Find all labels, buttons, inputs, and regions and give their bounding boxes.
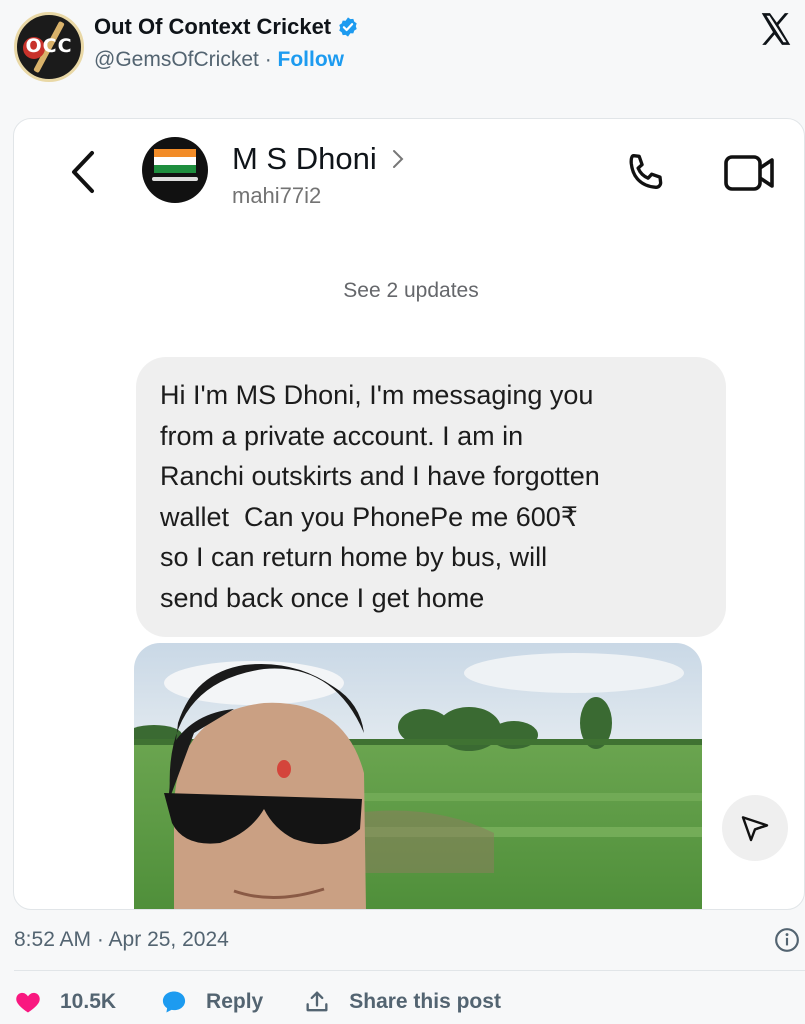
tweet-header: OCC Out Of Context Cricket @GemsOfCricke…: [0, 0, 805, 100]
flag-graphic: [154, 149, 196, 173]
x-logo-icon[interactable]: [757, 10, 795, 48]
handle-line: @GemsOfCricket · Follow: [94, 48, 344, 72]
heart-icon: [16, 992, 40, 1013]
info-icon[interactable]: [774, 927, 800, 953]
phone-icon[interactable]: [620, 149, 670, 199]
separator-dot: ·: [264, 48, 272, 71]
embedded-image-card[interactable]: M S Dhoni mahi77i2 See 2 updates Hi I'm …: [13, 118, 805, 910]
reply-bubble-icon: [162, 991, 186, 1013]
contact-name-line[interactable]: M S Dhoni: [232, 141, 405, 177]
follow-button[interactable]: Follow: [278, 48, 345, 71]
chevron-right-icon: [392, 150, 404, 168]
avatar-text: OCC: [25, 35, 73, 57]
selfie-photo[interactable]: [134, 643, 702, 909]
send-icon: [741, 816, 769, 842]
contact-username: mahi77i2: [232, 183, 322, 208]
share-label: Share this post: [349, 990, 501, 1013]
divider: [14, 970, 805, 971]
send-button[interactable]: [722, 795, 788, 861]
verified-badge-icon: [339, 17, 357, 37]
author-name[interactable]: Out Of Context Cricket: [94, 14, 331, 40]
reply-button[interactable]: Reply: [160, 988, 263, 1016]
author-name-line[interactable]: Out Of Context Cricket: [94, 14, 359, 40]
tweet-timestamp[interactable]: 8:52 AM · Apr 25, 2024: [14, 928, 229, 952]
message-bubble: Hi I'm MS Dhoni, I'm messaging you from …: [136, 357, 726, 637]
see-updates-link[interactable]: See 2 updates: [14, 279, 804, 303]
like-count: 10.5K: [60, 990, 117, 1013]
cropped-timestamp: [324, 221, 504, 229]
back-chevron-icon[interactable]: [66, 147, 100, 197]
avatar-caption-graphic: [152, 177, 198, 181]
video-camera-icon[interactable]: [722, 151, 778, 195]
contact-name: M S Dhoni: [232, 141, 377, 176]
action-bar: 10.5K Reply Share this post: [14, 986, 501, 1018]
author-handle[interactable]: @GemsOfCricket: [94, 48, 259, 71]
reply-label: Reply: [206, 990, 264, 1013]
like-button[interactable]: 10.5K: [14, 988, 116, 1016]
share-icon: [306, 991, 328, 1012]
contact-avatar[interactable]: [142, 137, 208, 203]
dm-header: M S Dhoni mahi77i2: [14, 119, 804, 225]
share-button[interactable]: Share this post: [303, 988, 501, 1016]
author-avatar[interactable]: OCC: [14, 12, 84, 82]
